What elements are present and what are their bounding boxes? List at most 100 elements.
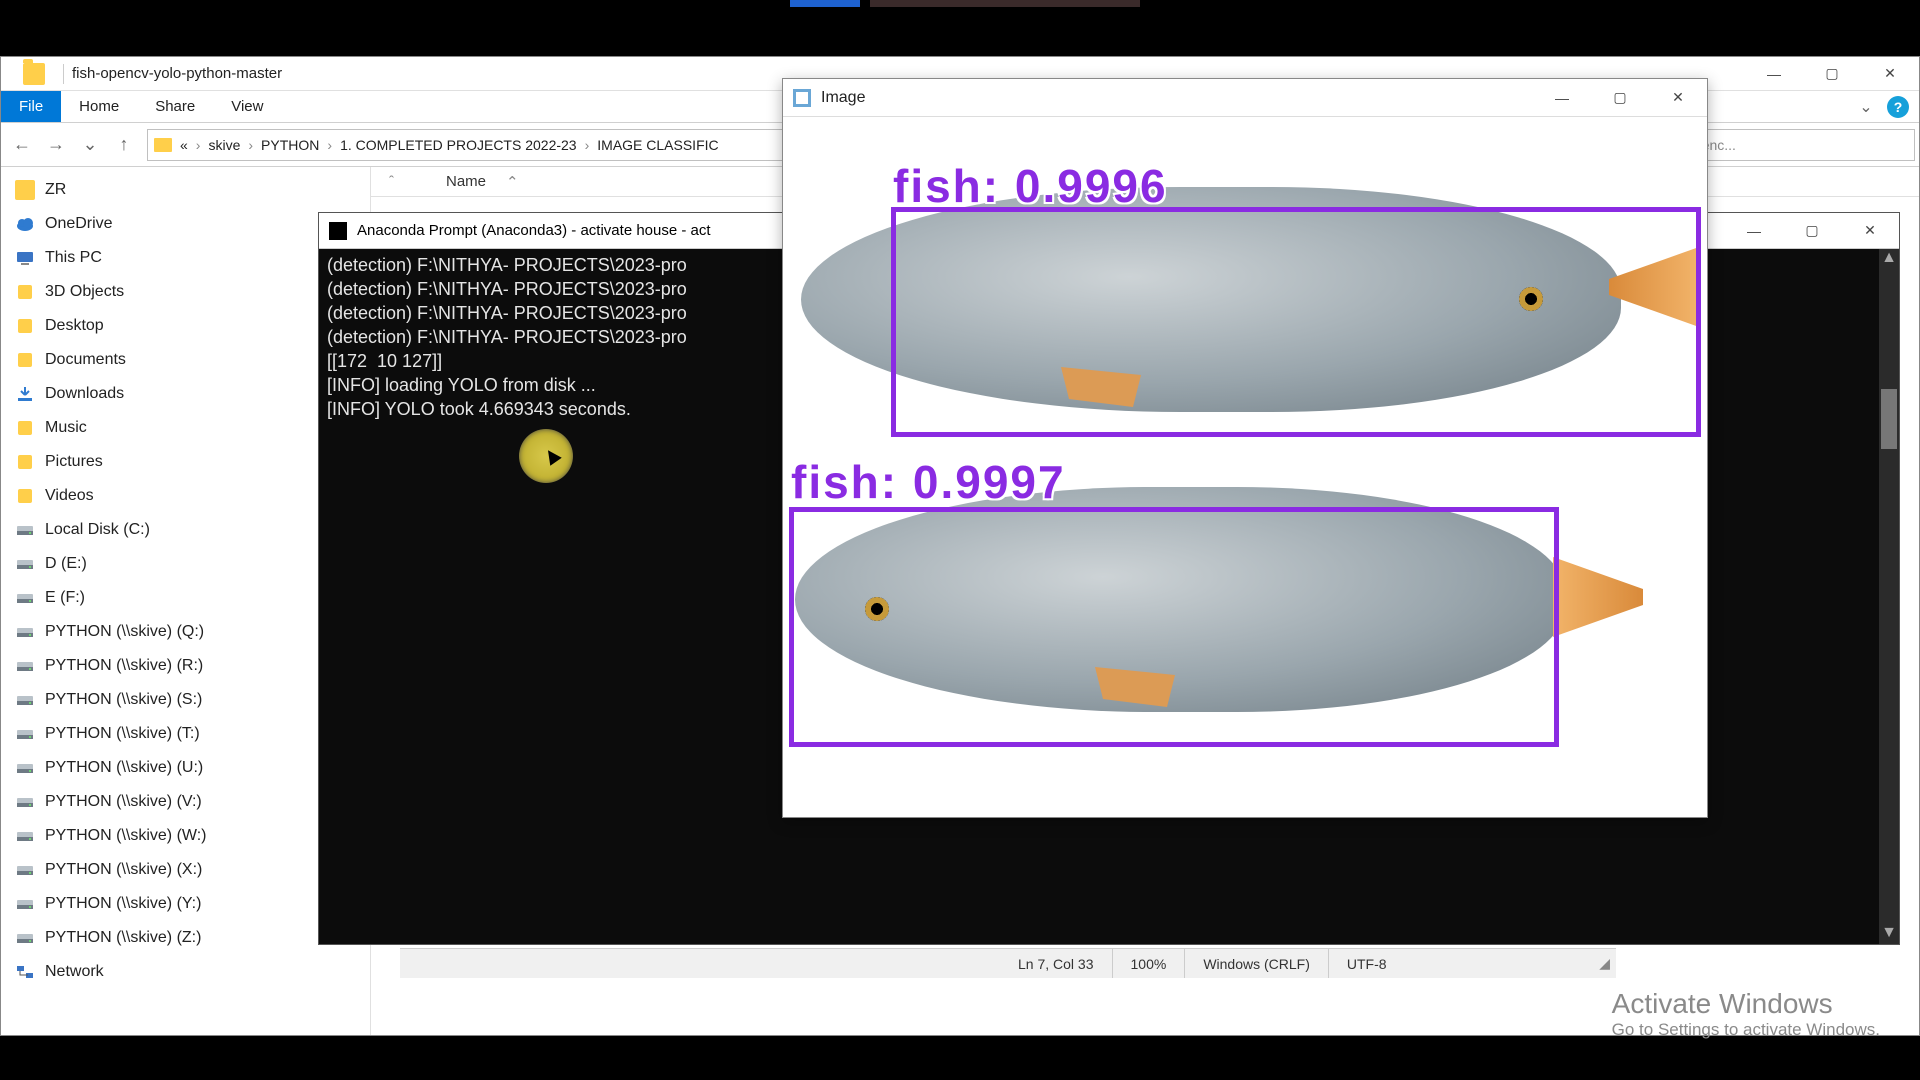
close-button[interactable]: ✕ <box>1649 81 1707 115</box>
nav-item[interactable]: Pictures <box>1 445 370 479</box>
nav-item[interactable]: E (F:) <box>1 581 370 615</box>
nav-item[interactable]: ZR <box>1 173 370 207</box>
tab-share[interactable]: Share <box>137 91 213 122</box>
close-button[interactable]: ✕ <box>1841 213 1899 249</box>
nav-item-label: PYTHON (\\skive) (Z:) <box>45 929 201 947</box>
detection-label: fish: 0.9997 <box>791 455 1066 509</box>
nav-item[interactable]: This PC <box>1 241 370 275</box>
nav-item[interactable]: PYTHON (\\skive) (Z:) <box>1 921 370 955</box>
breadcrumb-prefix[interactable]: « <box>180 137 188 153</box>
recent-dropdown[interactable]: ⌄ <box>73 128 107 162</box>
nav-item[interactable]: PYTHON (\\skive) (T:) <box>1 717 370 751</box>
scroll-down-icon[interactable]: ▼ <box>1879 924 1899 944</box>
folder-icon <box>154 138 172 152</box>
column-name[interactable]: Name <box>446 173 486 190</box>
nav-item[interactable]: PYTHON (\\skive) (V:) <box>1 785 370 819</box>
nav-item-label: D (E:) <box>45 555 87 573</box>
close-button[interactable]: ✕ <box>1861 57 1919 91</box>
maximize-button[interactable]: ▢ <box>1591 81 1649 115</box>
ribbon-collapse-button[interactable]: ⌄ <box>1849 91 1883 122</box>
window-controls: — ▢ ✕ <box>1745 57 1919 91</box>
chevron-right-icon: › <box>585 137 590 153</box>
console-title: Anaconda Prompt (Anaconda3) - activate h… <box>357 222 711 239</box>
nav-item-label: PYTHON (\\skive) (X:) <box>45 861 202 879</box>
chevron-right-icon: › <box>327 137 332 153</box>
nav-item-label: E (F:) <box>45 589 85 607</box>
navigation-pane[interactable]: ZR OneDrive This PC 3D Objects Desktop Docume… <box>1 167 371 1035</box>
folder-icon <box>23 63 45 85</box>
video-top-band <box>0 0 1920 56</box>
nav-item-label: ZR <box>45 181 66 199</box>
image-titlebar[interactable]: Image — ▢ ✕ <box>783 79 1707 117</box>
window-title: fish-opencv-yolo-python-master <box>72 65 282 82</box>
nav-item-label: PYTHON (\\skive) (Y:) <box>45 895 201 913</box>
nav-item-label: 3D Objects <box>45 283 124 301</box>
nav-item[interactable]: 3D Objects <box>1 275 370 309</box>
tab-view[interactable]: View <box>213 91 281 122</box>
help-button[interactable]: ? <box>1887 96 1909 118</box>
nav-item-label: Network <box>45 963 104 981</box>
detection-label: fish: 0.9996 <box>893 159 1168 213</box>
nav-item-label: Videos <box>45 487 94 505</box>
nav-item-label: Documents <box>45 351 126 369</box>
nav-item[interactable]: Desktop <box>1 309 370 343</box>
maximize-button[interactable]: ▢ <box>1803 57 1861 91</box>
detection-bbox <box>891 207 1701 437</box>
sort-indicator-icon: ⌃ <box>506 173 519 191</box>
nav-item[interactable]: PYTHON (\\skive) (Q:) <box>1 615 370 649</box>
nav-item-label: Downloads <box>45 385 124 403</box>
nav-item[interactable]: Videos <box>1 479 370 513</box>
maximize-button[interactable]: ▢ <box>1783 213 1841 249</box>
nav-item-label: PYTHON (\\skive) (W:) <box>45 827 206 845</box>
nav-item[interactable]: PYTHON (\\skive) (Y:) <box>1 887 370 921</box>
scroll-thumb[interactable] <box>1881 389 1897 449</box>
breadcrumb-item[interactable]: PYTHON <box>261 137 319 153</box>
minimize-button[interactable]: — <box>1533 81 1591 115</box>
nav-item[interactable]: PYTHON (\\skive) (R:) <box>1 649 370 683</box>
minimize-button[interactable]: — <box>1725 213 1783 249</box>
nav-item[interactable]: Local Disk (C:) <box>1 513 370 547</box>
back-button[interactable]: ← <box>5 128 39 162</box>
nav-item-label: PYTHON (\\skive) (R:) <box>45 657 203 675</box>
activate-windows-watermark: Activate Windows Go to Settings to activ… <box>1612 988 1880 1040</box>
accent-strip <box>790 0 860 7</box>
nav-item[interactable]: PYTHON (\\skive) (W:) <box>1 819 370 853</box>
nav-item-label: Pictures <box>45 453 103 471</box>
chevron-right-icon: › <box>196 137 201 153</box>
ribbon-right: ⌄ ? <box>1849 91 1919 122</box>
forward-button[interactable]: → <box>39 128 73 162</box>
resize-grip-icon[interactable]: ◢ <box>1599 955 1616 972</box>
up-button[interactable]: ↑ <box>107 128 141 162</box>
nav-item[interactable]: Music <box>1 411 370 445</box>
watermark-subtitle: Go to Settings to activate Windows. <box>1612 1020 1880 1040</box>
opencv-image-window: Image — ▢ ✕ fish: 0.9996 fish: 0.9997 <box>782 78 1708 818</box>
chevron-right-icon: › <box>248 137 253 153</box>
scroll-up-icon[interactable]: ▲ <box>1879 249 1899 269</box>
nav-item-label: PYTHON (\\skive) (T:) <box>45 725 200 743</box>
video-bottom-band <box>0 1040 1920 1080</box>
minimize-button[interactable]: — <box>1745 57 1803 91</box>
nav-item[interactable]: Documents <box>1 343 370 377</box>
nav-item[interactable]: PYTHON (\\skive) (X:) <box>1 853 370 887</box>
nav-item[interactable]: PYTHON (\\skive) (U:) <box>1 751 370 785</box>
status-caret-pos: Ln 7, Col 33 <box>1000 949 1112 978</box>
tab-file[interactable]: File <box>1 91 61 122</box>
scrollbar[interactable]: ▲ ▼ <box>1879 249 1899 944</box>
nav-item[interactable]: PYTHON (\\skive) (S:) <box>1 683 370 717</box>
nav-item[interactable]: D (E:) <box>1 547 370 581</box>
nav-item-label: PYTHON (\\skive) (Q:) <box>45 623 204 641</box>
nav-item-label: Local Disk (C:) <box>45 521 150 539</box>
status-zoom[interactable]: 100% <box>1112 949 1185 978</box>
nav-item-label: PYTHON (\\skive) (V:) <box>45 793 202 811</box>
nav-item[interactable]: Downloads <box>1 377 370 411</box>
nav-item-label: PYTHON (\\skive) (U:) <box>45 759 203 777</box>
image-canvas: fish: 0.9996 fish: 0.9997 <box>783 117 1707 817</box>
nav-item-label: Music <box>45 419 87 437</box>
breadcrumb-item[interactable]: skive <box>208 137 240 153</box>
tab-home[interactable]: Home <box>61 91 137 122</box>
nav-item-label: This PC <box>45 249 102 267</box>
breadcrumb-item[interactable]: 1. COMPLETED PROJECTS 2022-23 <box>340 137 577 153</box>
breadcrumb-item[interactable]: IMAGE CLASSIFIC <box>597 137 718 153</box>
nav-item[interactable]: OneDrive <box>1 207 370 241</box>
nav-item[interactable]: Network <box>1 955 370 989</box>
